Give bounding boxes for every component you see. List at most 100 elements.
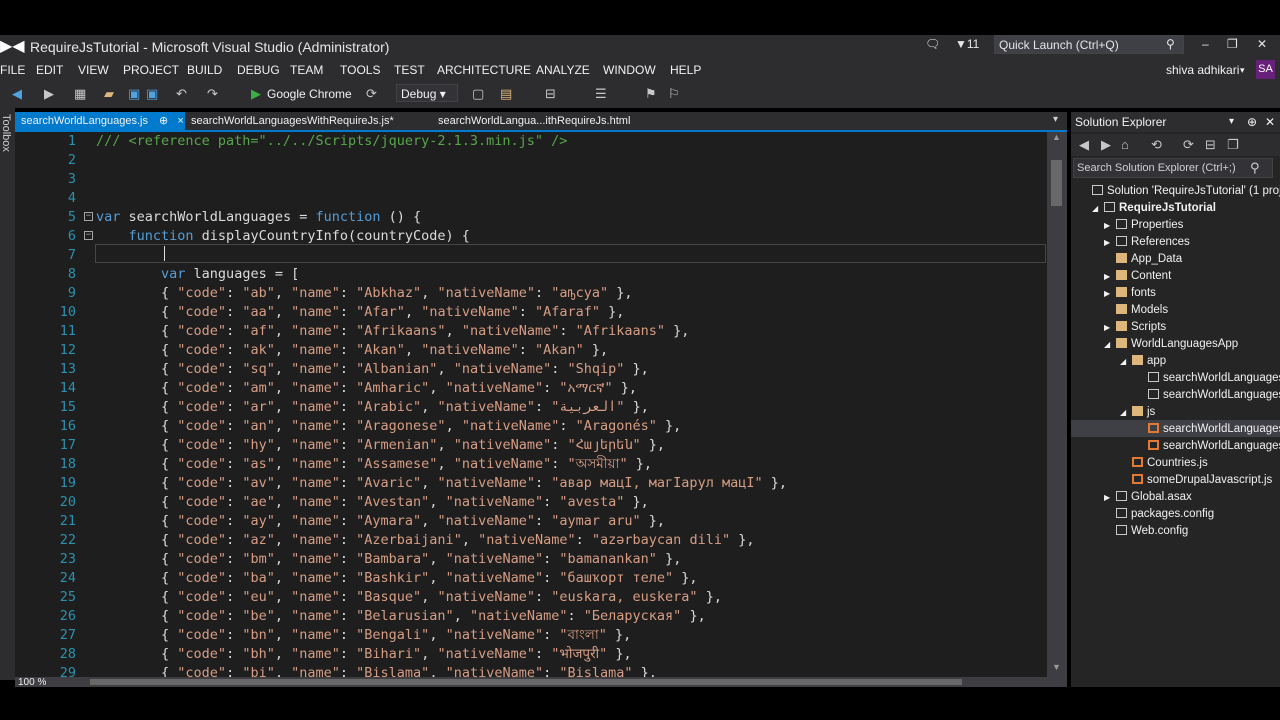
expand-chevron-icon[interactable]: ◢ [1120,404,1132,421]
menu-file[interactable]: FILE [0,63,25,77]
show-all-files-icon[interactable]: ❐ [1227,136,1239,154]
code-line[interactable]: 17 { "code": "hy", "name": "Armenian", "… [34,436,1047,455]
code-line[interactable]: 15 { "code": "ar", "name": "Arabic", "na… [34,398,1047,417]
tree-node[interactable]: Countries.js [1120,455,1280,472]
minimize-button[interactable]: ‒ [1202,37,1209,51]
tab-search-world-languages-html[interactable]: searchWorldLangua...ithRequireJs.html [432,112,636,130]
tree-node[interactable]: App_Data [1104,251,1280,268]
code-line[interactable]: 7 [34,246,1047,265]
horizontal-scroll-thumb[interactable] [90,679,962,685]
expand-chevron-icon[interactable]: ▶ [1104,234,1116,251]
tree-node[interactable]: Web.config [1104,523,1280,540]
code-line[interactable]: 21 { "code": "ay", "name": "Aymara", "na… [34,512,1047,531]
tree-node[interactable]: searchWorldLanguagesWithRequireJs.js [1136,438,1280,455]
code-line[interactable]: 13 { "code": "sq", "name": "Albanian", "… [34,360,1047,379]
run-browser-button[interactable]: Google Chrome [267,85,352,103]
tree-node[interactable]: ◢ js [1120,404,1280,421]
expand-chevron-icon[interactable]: ▶ [1104,489,1116,506]
code-line[interactable]: 8 var languages = [ [34,265,1047,284]
restore-button[interactable]: ❐ [1227,37,1238,51]
comment-icon[interactable]: ☰ [595,85,607,103]
tree-node[interactable]: ▶ Content [1104,268,1280,285]
menu-build[interactable]: BUILD [187,63,222,77]
save-all-icon[interactable]: ▣ [146,85,158,103]
panel-pin-icon[interactable]: ⊕ [1247,112,1257,132]
scroll-up-icon[interactable]: ▲ [1052,132,1061,142]
prev-bookmark-icon[interactable]: ⚐ [668,85,680,103]
fold-toggle-icon[interactable]: − [84,212,93,221]
code-line[interactable]: 3 [34,170,1047,189]
code-line[interactable]: 2 [34,151,1047,170]
code-line[interactable]: 20 { "code": "ae", "name": "Avestan", "n… [34,493,1047,512]
code-line[interactable]: 24 { "code": "ba", "name": "Bashkir", "n… [34,569,1047,588]
refresh-icon[interactable]: ⟳ [366,85,377,103]
menu-help[interactable]: HELP [670,63,701,77]
user-name[interactable]: shiva adhikari [1166,63,1239,77]
avatar[interactable]: SA [1256,60,1275,79]
code-line[interactable]: 18 { "code": "as", "name": "Assamese", "… [34,455,1047,474]
visual-studio-logo-icon[interactable]: ▶◀ [0,38,25,56]
panel-menu-icon[interactable]: ▾ [1229,112,1234,132]
feedback-icon[interactable]: 🗨 [925,37,940,51]
code-editor[interactable]: 1 /// <reference path="../../Scripts/jque… [34,132,1047,677]
tree-node[interactable]: Models [1104,302,1280,319]
undo-icon[interactable]: ↶ [176,85,187,103]
bookmark-icon[interactable]: ▤ [500,85,512,103]
solution-explorer-search[interactable]: Search Solution Explorer (Ctrl+;) [1073,158,1273,178]
code-line[interactable]: 29 { "code": "bi", "name": "Bislama", "n… [34,664,1047,677]
run-icon[interactable]: ▶ [251,85,261,103]
close-button[interactable]: ✕ [1257,37,1267,51]
menu-test[interactable]: TEST [394,63,425,77]
close-icon[interactable]: × [177,115,183,127]
code-line[interactable]: 16 { "code": "an", "name": "Aragonese", … [34,417,1047,436]
collapse-all-icon[interactable]: ⊟ [1205,136,1216,154]
back-icon[interactable]: ◀ [12,85,22,103]
panel-close-icon[interactable]: ✕ [1265,112,1275,132]
tree-node[interactable]: packages.config [1104,506,1280,523]
search-icon[interactable]: ⚲ [1250,160,1260,176]
tree-node[interactable]: ▶ References [1104,234,1280,251]
code-line[interactable]: 26 { "code": "be", "name": "Belarusian",… [34,607,1047,626]
scroll-down-icon[interactable]: ▼ [1052,662,1061,672]
expand-chevron-icon[interactable]: ◢ [1104,336,1116,353]
menu-edit[interactable]: EDIT [36,63,63,77]
code-line[interactable]: 10 { "code": "aa", "name": "Afar", "nati… [34,303,1047,322]
tree-node[interactable]: ◢ WorldLanguagesApp [1104,336,1280,353]
expand-chevron-icon[interactable]: ▶ [1104,285,1116,302]
tree-node[interactable]: ▶ Properties [1104,217,1280,234]
code-line[interactable]: 22 { "code": "az", "name": "Azerbaijani"… [34,531,1047,550]
redo-icon[interactable]: ↷ [207,85,218,103]
tree-node[interactable]: searchWorldLanguages.js [1136,421,1280,438]
code-line[interactable]: 12 { "code": "ak", "name": "Akan", "nati… [34,341,1047,360]
vertical-scroll-thumb[interactable] [1051,160,1062,206]
toolbox-tab[interactable]: Toolbox [0,114,12,152]
code-line[interactable]: 5− var searchWorldLanguages = function ()… [34,208,1047,227]
expand-chevron-icon[interactable]: ▶ [1104,268,1116,285]
expand-chevron-icon[interactable]: ◢ [1092,200,1104,217]
configuration-select[interactable]: Debug ▾ [396,84,458,102]
vertical-scrollbar[interactable]: ▲ ▼ [1047,132,1067,677]
save-icon[interactable]: ▣ [128,85,140,103]
tree-node[interactable]: ▶ Global.asax [1104,489,1280,506]
code-line[interactable]: 28 { "code": "bh", "name": "Bihari", "na… [34,645,1047,664]
tree-node[interactable]: Solution 'RequireJsTutorial' (1 project) [1080,183,1280,200]
code-line[interactable]: 4 [34,189,1047,208]
menu-team[interactable]: TEAM [290,63,323,77]
menu-view[interactable]: VIEW [78,63,109,77]
menu-debug[interactable]: DEBUG [237,63,280,77]
code-line[interactable]: 6− function displayCountryInfo(countryCo… [34,227,1047,246]
tab-overflow-icon[interactable]: ▾ [1053,114,1058,125]
code-line[interactable]: 9 { "code": "ab", "name": "Abkhaz", "nat… [34,284,1047,303]
code-line[interactable]: 25 { "code": "eu", "name": "Basque", "na… [34,588,1047,607]
tab-search-world-languages-js[interactable]: searchWorldLanguages.js ⊕ × [15,112,185,130]
sync-icon[interactable]: ⟲ [1151,136,1162,154]
menu-tools[interactable]: TOOLS [340,63,380,77]
code-line[interactable]: 23 { "code": "bm", "name": "Bambara", "n… [34,550,1047,569]
tree-node[interactable]: someDrupalJavascript.js [1120,472,1280,489]
forward-icon[interactable]: ▶ [44,85,54,103]
tree-node[interactable]: searchWorldLanguagesWithRequireJs.html [1136,370,1280,387]
expand-chevron-icon[interactable]: ▶ [1104,319,1116,336]
code-line[interactable]: 1 /// <reference path="../../Scripts/jque… [34,132,1047,151]
home-icon[interactable]: ⌂ [1121,136,1129,154]
user-dropdown-icon[interactable]: ▾ [1240,65,1245,76]
